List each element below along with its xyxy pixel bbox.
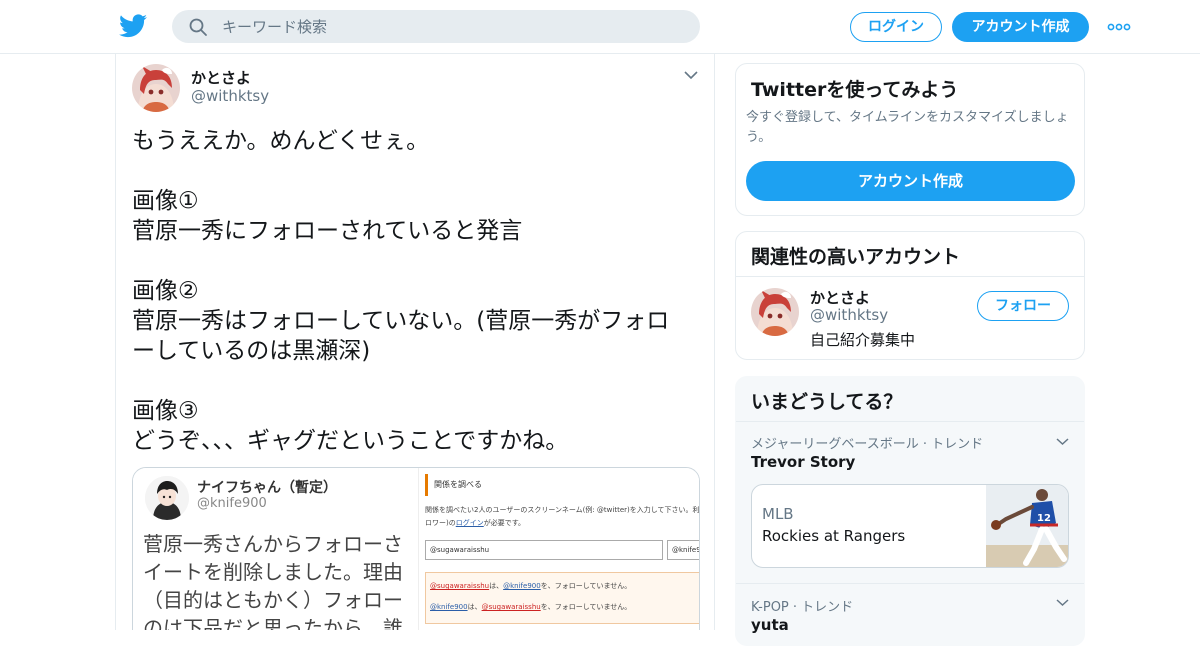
divider	[736, 421, 1084, 422]
related-account-bio: 自己紹介募集中	[810, 331, 916, 349]
create-account-button[interactable]: アカウント作成	[746, 161, 1075, 201]
media-author-handle: @knife900	[197, 496, 267, 511]
search-input[interactable]	[222, 10, 682, 43]
tweet-line: もうええか。めんどくせぇ。	[132, 128, 430, 154]
trends-card: いまどうしてる？ メジャーリーグベースボール · トレンド Trevor Sto…	[735, 376, 1085, 646]
media-avatar	[145, 476, 189, 520]
trend-meta: K-POP · トレンド	[751, 600, 854, 615]
signup-promo-card: Twitterを使ってみよう 今すぐ登録して、タイムラインをカスタマイズしましょ…	[735, 63, 1085, 216]
screenname-field-1: @sugawaraisshu	[425, 540, 663, 560]
related-account-name[interactable]: かとさよ	[810, 287, 870, 308]
relation-check-description: 関係を調べたい2人のユーザーのスクリーンネーム(例: @twitter)を入力し…	[425, 504, 700, 530]
relation-check-title: 関係を調べる	[425, 474, 699, 496]
avatar[interactable]	[132, 64, 180, 112]
related-title: 関連性の高いアカウント	[751, 246, 961, 268]
baseball-player-image: 12	[986, 485, 1068, 567]
tweet-line: ーしているのは黒瀬深)	[132, 338, 371, 364]
divider	[736, 583, 1084, 584]
tweet-line: 画像③	[132, 398, 199, 424]
related-account-handle[interactable]: @withktsy	[810, 306, 888, 324]
relation-result-line: @knife900は、@sugawaraisshuを、フォローしていません。	[430, 603, 632, 611]
tweet-panel: かとさよ @withktsy もうええか。めんどくせぇ。 画像① 菅原一秀にフォ…	[115, 54, 715, 630]
media-image-1[interactable]: ナイフちゃん（暫定） @knife900 菅原一秀さんからフォローさ イートを削…	[133, 468, 418, 630]
trend-name[interactable]: yuta	[751, 616, 789, 634]
search-box[interactable]	[172, 10, 700, 43]
more-dots-icon[interactable]	[1106, 18, 1132, 36]
svg-text:12: 12	[1037, 513, 1051, 524]
trends-title: いまどうしてる？	[751, 391, 903, 413]
tweet-line: 菅原一秀にフォローされていると発言	[132, 218, 523, 244]
tweet-text: もうええか。めんどくせぇ。 画像① 菅原一秀にフォローされていると発言 画像② …	[132, 126, 692, 456]
tweet-media-grid[interactable]: ナイフちゃん（暫定） @knife900 菅原一秀さんからフォローさ イートを削…	[132, 467, 700, 630]
relation-result-line: @sugawaraisshuは、@knife900を、フォローしていません。	[430, 582, 632, 590]
avatar[interactable]	[751, 288, 799, 336]
trend-card-source: MLB	[762, 505, 794, 523]
tweet-line: 画像②	[132, 278, 199, 304]
tweet-line: 画像①	[132, 188, 199, 214]
follow-button[interactable]: フォロー	[977, 291, 1069, 321]
tweet-line: どうぞ、、、ギャグだということですかね。	[132, 428, 569, 454]
chevron-down-icon[interactable]	[1056, 598, 1069, 607]
screenname-field-2: @knife900	[667, 540, 699, 560]
signup-button[interactable]: アカウント作成	[952, 12, 1089, 42]
relation-result-box: @sugawaraisshuは、@knife900を、フォローしていません。 @…	[425, 572, 699, 624]
tweet-line: 菅原一秀はフォローしていない。(菅原一秀がフォロ	[132, 308, 670, 334]
chevron-down-icon[interactable]	[684, 70, 698, 80]
top-navigation-bar: ログイン アカウント作成	[0, 0, 1200, 54]
media-author-name: ナイフちゃん（暫定）	[197, 480, 337, 496]
login-button[interactable]: ログイン	[850, 12, 942, 42]
tweet-line	[132, 366, 692, 396]
trend-card-title: Rockies at Rangers	[762, 527, 906, 545]
promo-title: Twitterを使ってみよう	[751, 79, 959, 101]
tweet-line	[132, 156, 692, 186]
search-icon	[189, 18, 207, 36]
trend-name[interactable]: Trevor Story	[751, 453, 855, 471]
tweet-author-name[interactable]: かとさよ	[191, 67, 251, 88]
relation-desc-line2: ロワー)のログインが必要です。	[425, 519, 526, 527]
promo-subtitle: 今すぐ登録して、タイムラインをカスタマイズしましょう。	[746, 110, 1069, 145]
trend-meta: メジャーリーグベースボール · トレンド	[751, 437, 984, 452]
twitter-bird-icon[interactable]	[119, 13, 147, 39]
trend-news-card[interactable]: MLB Rockies at Rangers 12	[751, 484, 1069, 568]
tweet-author-handle[interactable]: @withktsy	[191, 87, 269, 105]
tweet-line	[132, 246, 692, 276]
related-accounts-card: 関連性の高いアカウント かとさよ @withktsy 自己紹介募集中 フォロー	[735, 231, 1085, 360]
media-image-2[interactable]: 関係を調べる 関係を調べたい2人のユーザーのスクリーンネーム(例: @twitt…	[418, 468, 700, 630]
login-link: ログイン	[455, 519, 484, 527]
chevron-down-icon[interactable]	[1056, 437, 1069, 446]
divider	[736, 276, 1084, 277]
relation-desc-line: 関係を調べたい2人のユーザーのスクリーンネーム(例: @twitter)を入力し…	[425, 506, 700, 514]
